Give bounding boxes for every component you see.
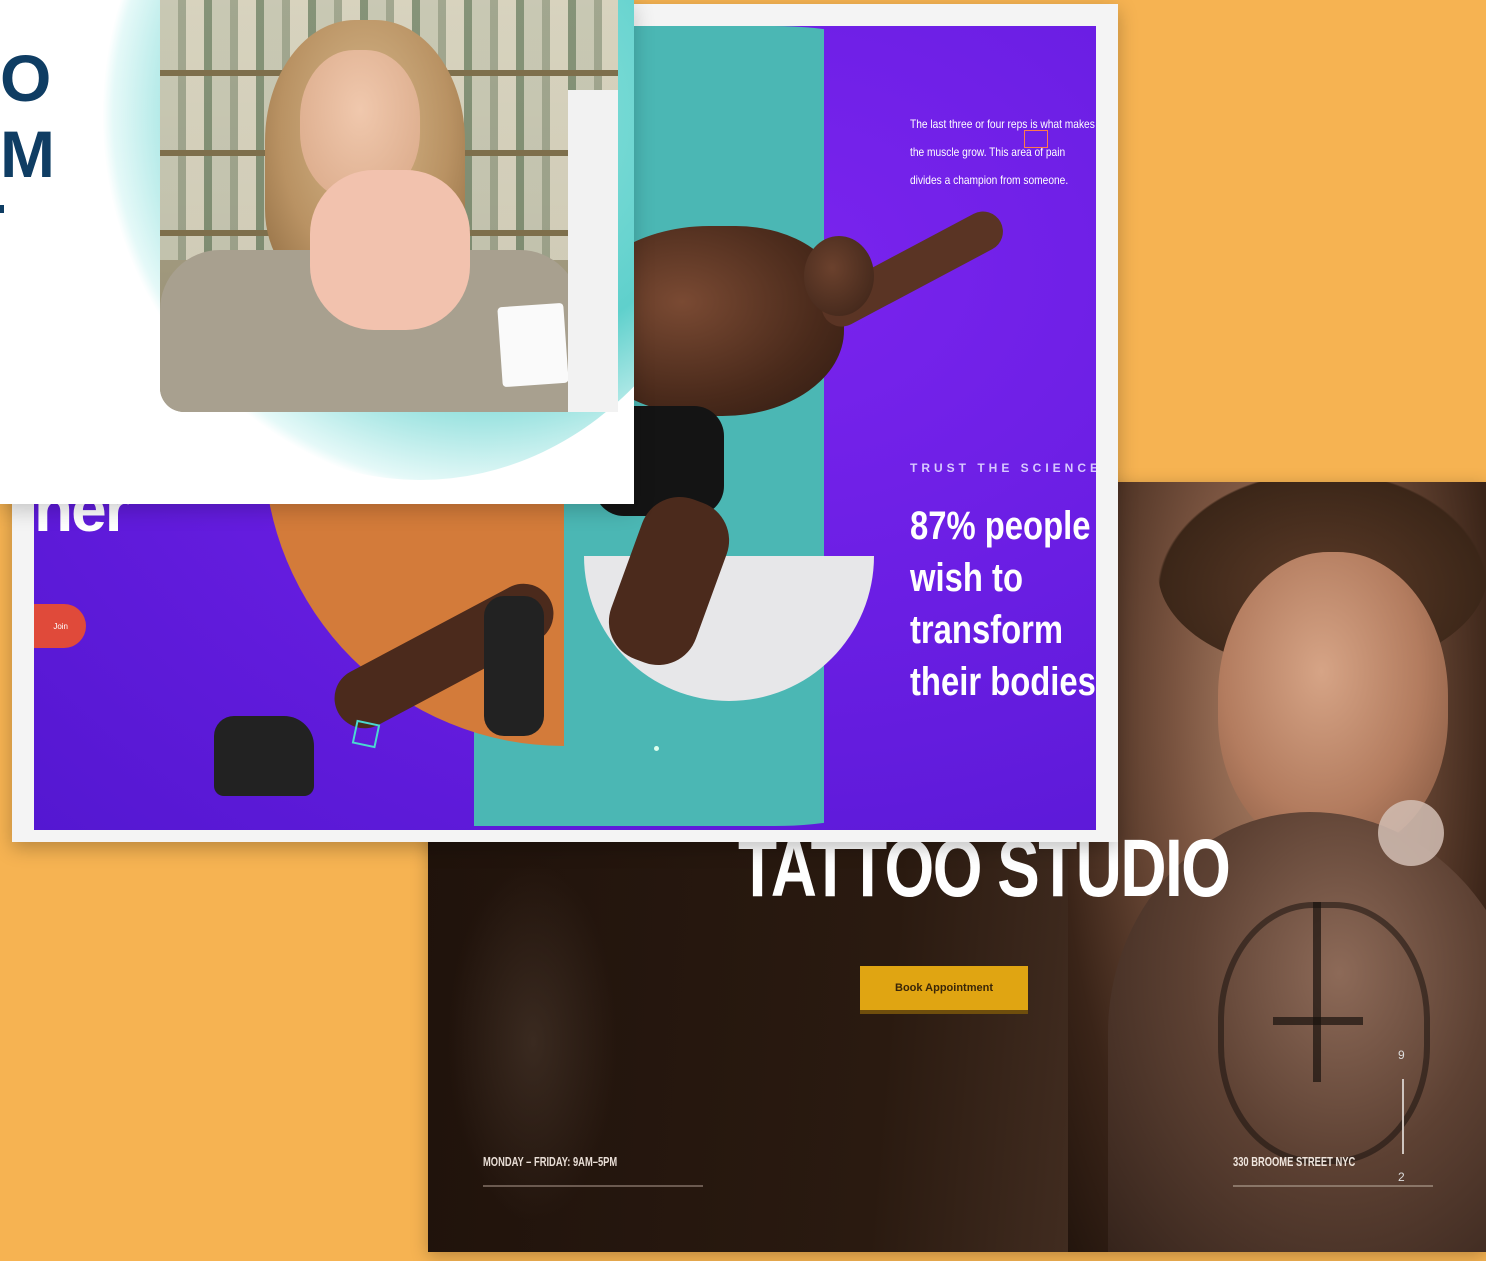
- customer-scarf: [310, 170, 470, 330]
- pharmacy-photo: [160, 0, 618, 412]
- highlight-box: [1024, 130, 1048, 148]
- fitness-kicker: TRUST THE SCIENCE: [910, 461, 1096, 475]
- stat-line-2: wish to transform: [910, 556, 1064, 652]
- pharmacy-preview[interactable]: O M: [0, 0, 634, 504]
- tattoo-ink-mark: [1218, 902, 1430, 1164]
- book-appointment-button[interactable]: Book Appointment: [860, 966, 1028, 1010]
- prescription-paper: [497, 302, 569, 388]
- slide-progress[interactable]: [1402, 1079, 1404, 1154]
- fitness-cta-button[interactable]: Join: [34, 604, 86, 648]
- pharmacy-logo-text: O M: [0, 40, 55, 192]
- logo-underline: [0, 205, 4, 213]
- pharmacist-coat: [568, 90, 618, 412]
- runner-head: [804, 236, 874, 316]
- logo-line-1: O: [0, 41, 52, 115]
- address-divider: [1233, 1185, 1433, 1187]
- slide-total: 2: [1398, 1170, 1405, 1184]
- logo-line-2: M: [0, 117, 55, 191]
- cross-tattoo-bar: [1273, 1017, 1363, 1025]
- square-outline-icon: [351, 719, 381, 749]
- slide-current: 9: [1398, 1048, 1405, 1062]
- dot-decoration: [654, 746, 659, 751]
- stat-line-1: 87% people: [910, 504, 1091, 548]
- opening-hours: MONDAY – FRIDAY: 9AM–5PM: [483, 1154, 618, 1169]
- runner-shoe-front: [484, 596, 544, 736]
- cross-tattoo: [1313, 902, 1321, 1082]
- studio-address: 330 BROOME STREET NYC: [1233, 1154, 1356, 1169]
- fitness-paragraph: The last three or four reps is what make…: [910, 117, 1095, 187]
- fitness-stat-heading: 87% people wish to transform their bodie…: [910, 500, 1096, 708]
- circle-badge: [1378, 800, 1444, 866]
- runner-shoe-back: [214, 716, 314, 796]
- stat-line-3: their bodies: [910, 660, 1096, 704]
- hours-divider: [483, 1185, 703, 1187]
